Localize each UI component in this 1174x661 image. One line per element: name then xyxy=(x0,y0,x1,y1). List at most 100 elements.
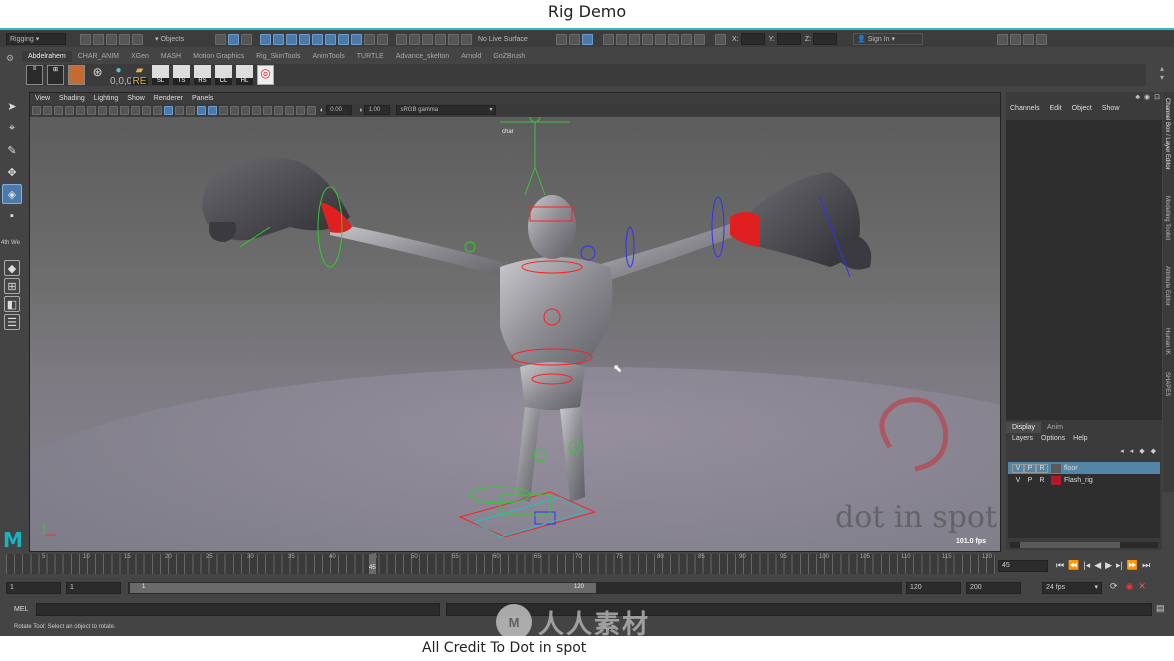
image-plane-icon[interactable] xyxy=(65,105,74,115)
select-camera-icon[interactable] xyxy=(32,105,41,115)
render-setup-icon[interactable] xyxy=(694,33,705,45)
grid-icon[interactable]: ⊞ xyxy=(47,65,64,85)
xray-joints-icon[interactable] xyxy=(296,105,305,115)
abc-icon[interactable]: ≡ xyxy=(26,65,43,85)
viewport-menu[interactable]: Lighting xyxy=(94,95,119,102)
pick-deformers-icon[interactable] xyxy=(312,33,323,45)
four-view-icon[interactable]: ⊞ xyxy=(4,278,20,294)
resolution-gate-icon[interactable] xyxy=(98,105,107,115)
redo-icon[interactable] xyxy=(132,33,143,45)
isolate-select-icon[interactable] xyxy=(274,105,283,115)
render-frame-icon[interactable] xyxy=(616,33,627,45)
fps-dropdown[interactable]: 24 fps ▾ xyxy=(1042,582,1102,594)
new-layer-selected-icon[interactable]: ◆ xyxy=(1151,447,1156,455)
pick-curves-icon[interactable] xyxy=(286,33,297,45)
shelf-settings-icon[interactable]: ⚙ xyxy=(6,53,14,64)
rs-icon[interactable]: RS xyxy=(194,65,211,85)
snap-vertex-icon[interactable] xyxy=(461,33,472,45)
sign-in-dropdown[interactable]: 👤 Sign In ▾ xyxy=(853,33,924,45)
gamma-field[interactable]: 1.00 xyxy=(364,105,391,115)
shelf-tab[interactable]: GoZBrush xyxy=(487,51,531,62)
objects-mode[interactable]: ▾ Objects xyxy=(155,35,215,43)
range-slider-bar[interactable]: 1 120 xyxy=(130,583,596,593)
cb-settings-icon[interactable]: ⊡ xyxy=(1154,93,1160,101)
tool-settings-icon[interactable] xyxy=(1023,33,1035,45)
move-layer-down-icon[interactable]: ◂ xyxy=(1130,447,1134,455)
pick-rendering-icon[interactable] xyxy=(338,33,349,45)
gate-mask-icon[interactable] xyxy=(109,105,118,115)
lasso-tool-icon[interactable]: ⌖ xyxy=(2,118,22,138)
layer-menu[interactable]: Layers xyxy=(1012,435,1033,442)
highlight-selection-icon[interactable] xyxy=(377,33,388,45)
layer-visible-toggle[interactable]: V xyxy=(1012,477,1024,484)
script-editor-icon[interactable]: ▤ xyxy=(1156,603,1165,614)
select-tool-icon[interactable]: ➤ xyxy=(2,96,22,116)
layer-row[interactable]: V P R floor xyxy=(1008,462,1160,474)
new-scene-icon[interactable] xyxy=(80,33,91,45)
playback-end-field[interactable]: 120 xyxy=(906,582,961,594)
layer-tab-display[interactable]: Display xyxy=(1006,422,1041,433)
xray-icon[interactable] xyxy=(285,105,294,115)
x-field[interactable] xyxy=(740,33,765,45)
open-scene-icon[interactable] xyxy=(93,33,104,45)
safe-action-icon[interactable] xyxy=(131,105,140,115)
step-forward-key-icon[interactable]: ⏩ xyxy=(1127,560,1138,571)
textured-icon[interactable] xyxy=(197,105,206,115)
channel-box-icon[interactable] xyxy=(1036,33,1048,45)
select-component-icon[interactable] xyxy=(241,33,252,45)
snap-grid-icon[interactable] xyxy=(396,33,407,45)
channel-box-menu[interactable]: Object xyxy=(1072,105,1092,112)
z-field[interactable] xyxy=(813,33,838,45)
go-to-start-icon[interactable]: ⏮ xyxy=(1056,560,1064,571)
hypershade-icon[interactable] xyxy=(655,33,666,45)
viewport-canvas[interactable]: char dot in spot 101.0 fps ⬉ xyxy=(30,117,1000,551)
channel-box-menu[interactable]: Channels xyxy=(1010,105,1040,112)
step-back-key-icon[interactable]: ⏪ xyxy=(1068,560,1079,571)
lock-selection-icon[interactable] xyxy=(364,33,375,45)
lights-icon[interactable] xyxy=(208,105,217,115)
pick-joints-icon[interactable] xyxy=(273,33,284,45)
shelf-tab[interactable]: Advance_skelton xyxy=(390,51,455,62)
live-surface-label[interactable]: No Live Surface xyxy=(478,36,548,43)
play-backward-icon[interactable]: ◀ xyxy=(1094,560,1101,571)
construction-history-icon[interactable] xyxy=(582,33,593,45)
antialias-icon[interactable] xyxy=(252,105,261,115)
undo-icon[interactable] xyxy=(119,33,130,45)
exposure-field[interactable]: 0.00 xyxy=(326,105,353,115)
pick-dynamics-icon[interactable] xyxy=(325,33,336,45)
shelf-tab[interactable]: Abdelrahem xyxy=(22,51,72,62)
layer-playback-toggle[interactable]: P xyxy=(1024,463,1036,473)
snap-point-icon[interactable] xyxy=(422,33,433,45)
step-back-frame-icon[interactable]: |◂ xyxy=(1083,560,1090,571)
layer-menu[interactable]: Options xyxy=(1041,435,1065,442)
time-slider[interactable]: 5 10 15 20 25 30 35 40 45 50 55 60 65 70… xyxy=(6,554,996,574)
side-tab[interactable]: Attribute Editor xyxy=(1164,266,1170,306)
safe-title-icon[interactable] xyxy=(142,105,151,115)
y-field[interactable] xyxy=(776,33,801,45)
layer-color-swatch[interactable] xyxy=(1051,475,1061,485)
layer-scrollbar[interactable] xyxy=(1010,542,1158,548)
side-tab[interactable]: SHAPES xyxy=(1164,372,1170,396)
record-icon[interactable]: ◎ xyxy=(257,65,274,85)
viewport-menu[interactable]: Panels xyxy=(192,95,213,102)
bookmark-icon[interactable] xyxy=(54,105,63,115)
input-ops-icon[interactable] xyxy=(556,33,567,45)
channel-box-menu[interactable]: Edit xyxy=(1050,105,1062,112)
viewport-menu[interactable]: Renderer xyxy=(154,95,183,102)
motion-blur-icon[interactable] xyxy=(241,105,250,115)
cl-icon[interactable]: CL xyxy=(215,65,232,85)
film-gate-icon[interactable] xyxy=(87,105,96,115)
camera-attrs-icon[interactable] xyxy=(43,105,52,115)
layer-reference-toggle[interactable]: R xyxy=(1036,463,1048,473)
paint-select-icon[interactable]: ✎ xyxy=(2,140,22,160)
range-slider[interactable]: 1 120 xyxy=(128,582,902,594)
smooth-shade-icon[interactable] xyxy=(164,105,173,115)
shelf-tab[interactable]: CHAR_ANIM xyxy=(72,51,125,62)
snap-surface-icon[interactable] xyxy=(448,33,459,45)
sl-icon[interactable]: SL xyxy=(152,65,169,85)
viewport-menu[interactable]: View xyxy=(35,95,50,102)
select-object-icon[interactable] xyxy=(228,33,239,45)
shelf-scroll-icon[interactable]: ▴ ▾ xyxy=(1160,64,1164,82)
ambient-occlusion-icon[interactable] xyxy=(230,105,239,115)
hotbox-icon[interactable]: ♣ xyxy=(1135,94,1140,101)
